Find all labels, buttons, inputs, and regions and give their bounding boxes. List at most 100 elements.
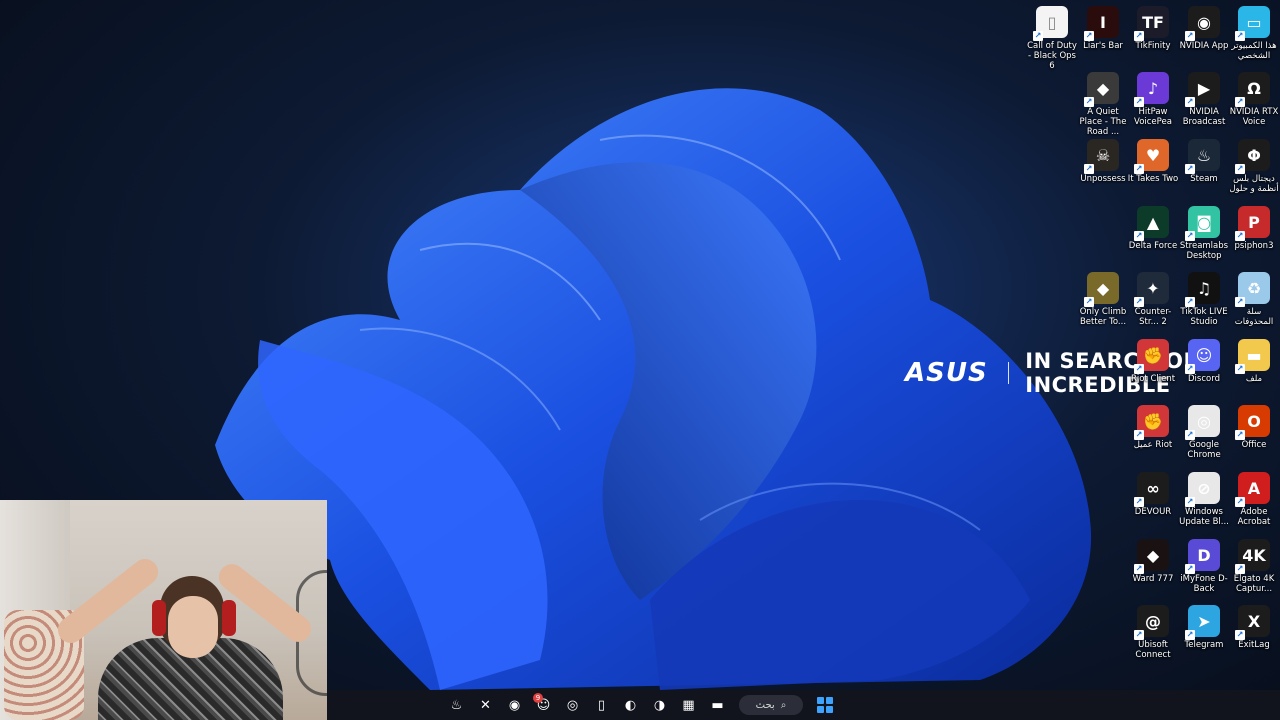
skull-icon: ☠ ↗ bbox=[1084, 139, 1119, 174]
desktop-shortcut[interactable]: Φ ↗ ديجتال بلس أنظمة و حلول bbox=[1229, 139, 1279, 194]
headset-icon: Ω ↗ bbox=[1235, 72, 1270, 107]
desktop-shortcut[interactable]: O ↗ Office bbox=[1229, 405, 1279, 450]
desktop-shortcut[interactable]: ◆ ↗ Only Climb Better To... bbox=[1078, 272, 1128, 327]
desktop-shortcut-label: HitPaw VoicePea bbox=[1134, 107, 1172, 127]
taskbar-streamlabs-icon[interactable]: ◉ bbox=[503, 693, 526, 717]
taskbar-firefox-icon[interactable]: ◐ bbox=[619, 693, 642, 717]
shortcut-arrow-icon: ↗ bbox=[1134, 430, 1144, 440]
acrobat-icon: A ↗ bbox=[1235, 472, 1270, 507]
desktop-shortcut-label: DEVOUR bbox=[1134, 507, 1172, 517]
desktop-shortcut-label: Ubisoft Connect bbox=[1135, 640, 1171, 660]
desktop-shortcut[interactable]: ◆ ↗ Ward 777 bbox=[1128, 539, 1178, 584]
desktop-shortcut[interactable]: ✦ ↗ Counter-Str... 2 bbox=[1128, 272, 1178, 327]
shortcut-arrow-icon: ↗ bbox=[1084, 31, 1094, 41]
desktop-shortcut[interactable]: ▶ ↗ NVIDIA Broadcast bbox=[1179, 72, 1229, 127]
desktop-shortcut[interactable]: ♥ ↗ It Takes Two bbox=[1128, 139, 1178, 184]
steam-icon: ♨ ↗ bbox=[1185, 139, 1220, 174]
desktop-shortcut-label: ExitLag bbox=[1238, 640, 1270, 650]
desktop-shortcut[interactable]: ⊘ ↗ Windows Update Bl... bbox=[1179, 472, 1229, 527]
webcam-overlay bbox=[0, 500, 327, 720]
desktop-shortcut[interactable]: ∞ ↗ DEVOUR bbox=[1128, 472, 1178, 517]
desktop-shortcut[interactable]: D ↗ iMyFone D-Back bbox=[1179, 539, 1229, 594]
desktop-shortcut[interactable]: ➤ ↗ Telegram bbox=[1179, 605, 1229, 650]
taskbar-chrome-icon[interactable]: ◎ bbox=[561, 693, 584, 717]
desktop-shortcut[interactable]: I ↗ Liar's Bar bbox=[1078, 6, 1128, 51]
desktop-shortcut[interactable]: @ ↗ Ubisoft Connect bbox=[1128, 605, 1178, 660]
taskbar-app-icon[interactable]: ✕ bbox=[474, 693, 497, 717]
shortcut-arrow-icon: ↗ bbox=[1185, 231, 1195, 241]
taskbar-search-box[interactable]: بحث ⌕ bbox=[739, 695, 803, 715]
person-face bbox=[168, 596, 218, 658]
headset-icon bbox=[152, 600, 166, 636]
office-icon: O ↗ bbox=[1235, 405, 1270, 440]
desktop-shortcut-label: Google Chrome bbox=[1187, 440, 1221, 460]
desktop-shortcut[interactable]: ✊ ↗ Riot Client bbox=[1128, 339, 1178, 384]
shortcut-arrow-icon: ↗ bbox=[1235, 430, 1245, 440]
desktop-shortcut[interactable]: ▯ ↗ Call of Duty - Black Ops 6 bbox=[1027, 6, 1077, 71]
shortcut-arrow-icon: ↗ bbox=[1185, 630, 1195, 640]
desktop-shortcut[interactable]: ▬ ↗ ملف bbox=[1229, 339, 1279, 384]
tikfinity-icon: TF ↗ bbox=[1134, 6, 1169, 41]
windows-update-icon: ⊘ ↗ bbox=[1185, 472, 1220, 507]
shortcut-arrow-icon: ↗ bbox=[1134, 630, 1144, 640]
desktop-shortcut[interactable]: ♻ ↗ سلة المحذوفات bbox=[1229, 272, 1279, 327]
shortcut-arrow-icon: ↗ bbox=[1185, 164, 1195, 174]
desktop-shortcut[interactable]: A ↗ Adobe Acrobat bbox=[1229, 472, 1279, 527]
shortcut-arrow-icon: ↗ bbox=[1235, 97, 1245, 107]
shortcut-arrow-icon: ↗ bbox=[1235, 231, 1245, 241]
streamlabs-icon: ◙ ↗ bbox=[1185, 206, 1220, 241]
desktop-shortcut-label: ديجتال بلس أنظمة و حلول bbox=[1229, 174, 1279, 194]
desktop-shortcut[interactable]: TF ↗ TikFinity bbox=[1128, 6, 1178, 51]
desktop-shortcut-label: Steam bbox=[1190, 174, 1218, 184]
shortcut-arrow-icon: ↗ bbox=[1134, 164, 1144, 174]
start-button[interactable] bbox=[813, 693, 836, 717]
shortcut-arrow-icon: ↗ bbox=[1235, 364, 1245, 374]
windows-logo-icon bbox=[816, 697, 833, 713]
desktop-shortcut[interactable]: ♫ ↗ TikTok LIVE Studio bbox=[1179, 272, 1229, 327]
desktop-shortcut[interactable]: Ω ↗ NVIDIA RTX Voice bbox=[1229, 72, 1279, 127]
desktop-shortcut[interactable]: ◙ ↗ Streamlabs Desktop bbox=[1179, 206, 1229, 261]
taskbar-steam-icon[interactable]: ♨ bbox=[445, 693, 468, 717]
shortcut-arrow-icon: ↗ bbox=[1134, 364, 1144, 374]
shortcut-arrow-icon: ↗ bbox=[1134, 31, 1144, 41]
shortcut-arrow-icon: ↗ bbox=[1084, 97, 1094, 107]
nvidia-broadcast-icon: ▶ ↗ bbox=[1185, 72, 1220, 107]
desktop-shortcut-label: Windows Update Bl... bbox=[1179, 507, 1229, 527]
desktop-shortcut[interactable]: ▭ ↗ هذا الكمبيوتر الشخصي bbox=[1229, 6, 1279, 61]
desktop-shortcut[interactable]: ☠ ↗ Unpossess bbox=[1078, 139, 1128, 184]
taskbar-store-icon[interactable]: ▦ bbox=[677, 693, 700, 717]
desktop-shortcut[interactable]: ✊ ↗ عميل Riot bbox=[1128, 405, 1178, 450]
desktop-shortcut[interactable]: ☺ ↗ Discord bbox=[1179, 339, 1229, 384]
desktop-shortcut-label: NVIDIA RTX Voice bbox=[1229, 107, 1279, 127]
shortcut-arrow-icon: ↗ bbox=[1134, 564, 1144, 574]
exitlag-icon: X ↗ bbox=[1235, 605, 1270, 640]
desktop-shortcut[interactable]: ◎ ↗ Google Chrome bbox=[1179, 405, 1229, 460]
desktop-shortcut-label: Elgato 4K Captur... bbox=[1233, 574, 1275, 594]
shortcut-arrow-icon: ↗ bbox=[1185, 564, 1195, 574]
liars-bar-icon: I ↗ bbox=[1084, 6, 1119, 41]
desktop-shortcut[interactable]: X ↗ ExitLag bbox=[1229, 605, 1279, 650]
game-icon: ◆ ↗ bbox=[1084, 72, 1119, 107]
desktop-shortcut[interactable]: ▲ ↗ Delta Force bbox=[1128, 206, 1178, 251]
desktop-shortcut[interactable]: ♪ ↗ HitPaw VoicePea bbox=[1128, 72, 1178, 127]
shortcut-arrow-icon: ↗ bbox=[1235, 164, 1245, 174]
game-icon: ◆ ↗ bbox=[1134, 539, 1169, 574]
desktop-shortcut-label: Counter-Str... 2 bbox=[1134, 307, 1172, 327]
desktop-shortcut-label: Only Climb Better To... bbox=[1079, 307, 1127, 327]
folder-icon: ▬ ↗ bbox=[1235, 339, 1270, 374]
desktop-shortcut[interactable]: P ↗ psiphon3 bbox=[1229, 206, 1279, 251]
elgato-icon: 4K ↗ bbox=[1235, 539, 1270, 574]
desktop-shortcut[interactable]: ◆ ↗ A Quiet Place - The Road ... bbox=[1078, 72, 1128, 137]
desktop-shortcut[interactable]: 4K ↗ Elgato 4K Captur... bbox=[1229, 539, 1279, 594]
desktop-shortcut-label: psiphon3 bbox=[1234, 241, 1274, 251]
taskbar-file-explorer-icon[interactable]: ▬ bbox=[706, 693, 729, 717]
desktop-shortcut-label: It Takes Two bbox=[1127, 174, 1179, 184]
delta-force-icon: ▲ ↗ bbox=[1134, 206, 1169, 241]
taskbar-discord-icon[interactable]: ☺ 9 bbox=[532, 693, 555, 717]
taskbar-file-icon[interactable]: ▯ bbox=[590, 693, 613, 717]
taskbar-edge-icon[interactable]: ◑ bbox=[648, 693, 671, 717]
riot-icon: ✊ ↗ bbox=[1134, 405, 1169, 440]
desktop-shortcut[interactable]: ♨ ↗ Steam bbox=[1179, 139, 1229, 184]
psiphon-icon: P ↗ bbox=[1235, 206, 1270, 241]
desktop-shortcut[interactable]: ◉ ↗ NVIDIA App bbox=[1179, 6, 1229, 51]
